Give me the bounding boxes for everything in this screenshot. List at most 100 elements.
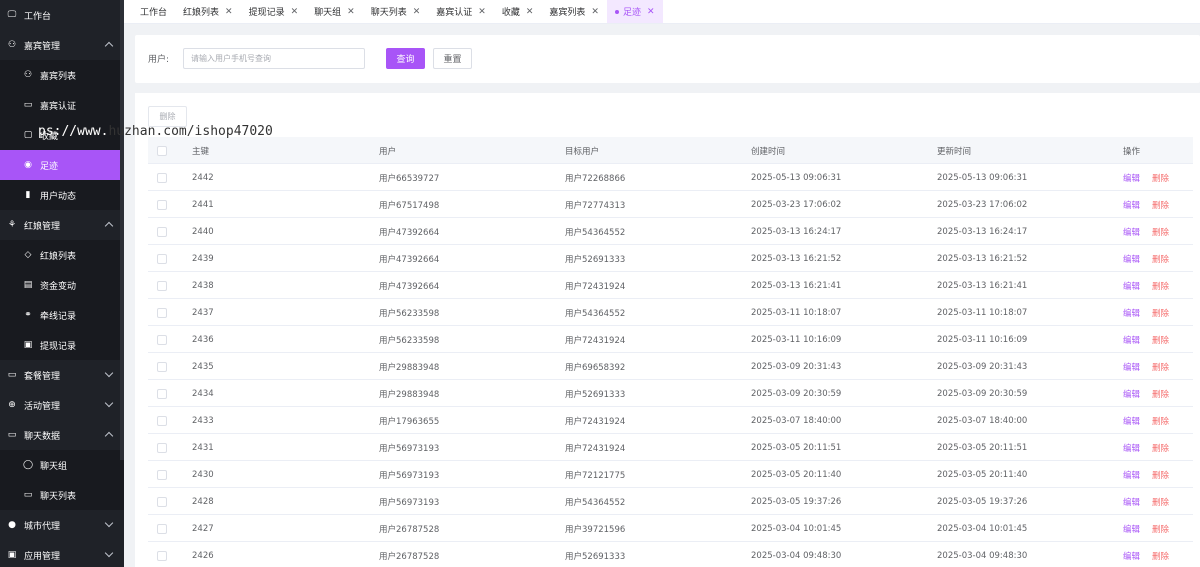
close-icon[interactable]: ✕ bbox=[225, 7, 233, 17]
tab[interactable]: 聊天组 ✕ bbox=[306, 0, 363, 23]
row-checkbox[interactable] bbox=[157, 253, 167, 264]
sidebar-item[interactable]: ⊕ 活动管理 bbox=[0, 390, 124, 420]
delete-link[interactable]: 删除 bbox=[1152, 172, 1169, 184]
sidebar-item[interactable]: ▭ 套餐管理 bbox=[0, 360, 124, 390]
delete-link[interactable]: 删除 bbox=[1152, 496, 1169, 508]
tab[interactable]: 提现记录 ✕ bbox=[241, 0, 307, 23]
row-checkbox-cell[interactable] bbox=[157, 299, 167, 326]
row-checkbox-cell[interactable] bbox=[157, 164, 167, 191]
delete-link[interactable]: 删除 bbox=[1152, 226, 1169, 238]
sidebar-item[interactable]: ⚘ 红娘管理 bbox=[0, 210, 124, 240]
sidebar-item[interactable]: ▤ 资金变动 bbox=[0, 270, 124, 300]
edit-link[interactable]: 编辑 bbox=[1123, 334, 1140, 346]
edit-link[interactable]: 编辑 bbox=[1123, 172, 1140, 184]
row-checkbox[interactable] bbox=[157, 334, 167, 345]
user-phone-search-input[interactable] bbox=[183, 48, 365, 69]
row-checkbox-cell[interactable] bbox=[157, 380, 167, 407]
row-checkbox[interactable] bbox=[157, 496, 167, 507]
edit-link[interactable]: 编辑 bbox=[1123, 523, 1140, 535]
close-icon[interactable]: ✕ bbox=[347, 7, 355, 17]
sidebar-item[interactable]: ▣ 提现记录 bbox=[0, 330, 124, 360]
edit-link[interactable]: 编辑 bbox=[1123, 469, 1140, 481]
edit-link[interactable]: 编辑 bbox=[1123, 199, 1140, 211]
delete-link[interactable]: 删除 bbox=[1152, 280, 1169, 292]
tab[interactable]: 嘉宾认证 ✕ bbox=[428, 0, 494, 23]
close-icon[interactable]: ✕ bbox=[413, 7, 421, 17]
row-checkbox-cell[interactable] bbox=[157, 488, 167, 515]
edit-link[interactable]: 编辑 bbox=[1123, 280, 1140, 292]
row-checkbox-cell[interactable] bbox=[157, 191, 167, 218]
row-checkbox[interactable] bbox=[157, 172, 167, 183]
tab[interactable]: 聊天列表 ✕ bbox=[363, 0, 429, 23]
tab[interactable]: 足迹 ✕ bbox=[606, 0, 663, 23]
row-checkbox-cell[interactable] bbox=[157, 218, 167, 245]
select-all-checkbox-cell[interactable] bbox=[157, 137, 167, 164]
delete-link[interactable]: 删除 bbox=[1152, 334, 1169, 346]
row-checkbox-cell[interactable] bbox=[157, 407, 167, 434]
delete-link[interactable]: 删除 bbox=[1152, 523, 1169, 535]
row-checkbox[interactable] bbox=[157, 442, 167, 453]
sidebar-item[interactable]: ▣ 应用管理 bbox=[0, 540, 124, 567]
delete-link[interactable]: 删除 bbox=[1152, 253, 1169, 265]
sidebar-item[interactable]: ◇ 红娘列表 bbox=[0, 240, 124, 270]
edit-link[interactable]: 编辑 bbox=[1123, 550, 1140, 562]
reset-button[interactable]: 重置 bbox=[433, 48, 472, 69]
edit-link[interactable]: 编辑 bbox=[1123, 361, 1140, 373]
sidebar-item[interactable]: ◯ 聊天组 bbox=[0, 450, 124, 480]
row-checkbox[interactable] bbox=[157, 415, 167, 426]
edit-link[interactable]: 编辑 bbox=[1123, 442, 1140, 454]
row-checkbox-cell[interactable] bbox=[157, 461, 167, 488]
delete-link[interactable]: 删除 bbox=[1152, 550, 1169, 562]
select-all-checkbox[interactable] bbox=[157, 145, 167, 156]
row-checkbox-cell[interactable] bbox=[157, 326, 167, 353]
sidebar-item[interactable]: ◉ 足迹 bbox=[0, 150, 124, 180]
sidebar-item[interactable]: ▢ 收藏 bbox=[0, 120, 124, 150]
close-icon[interactable]: ✕ bbox=[647, 7, 655, 17]
edit-link[interactable]: 编辑 bbox=[1123, 253, 1140, 265]
delete-link[interactable]: 删除 bbox=[1152, 361, 1169, 373]
close-icon[interactable]: ✕ bbox=[478, 7, 486, 17]
row-checkbox[interactable] bbox=[157, 388, 167, 399]
close-icon[interactable]: ✕ bbox=[526, 7, 534, 17]
delete-link[interactable]: 删除 bbox=[1152, 388, 1169, 400]
sidebar-item[interactable]: ⚇ 嘉宾管理 bbox=[0, 30, 124, 60]
sidebar-item[interactable]: ▭ 嘉宾认证 bbox=[0, 90, 124, 120]
tab[interactable]: 红娘列表 ✕ bbox=[175, 0, 241, 23]
delete-link[interactable]: 删除 bbox=[1152, 199, 1169, 211]
sidebar-item[interactable]: ▮ 用户动态 bbox=[0, 180, 124, 210]
close-icon[interactable]: ✕ bbox=[291, 7, 299, 17]
edit-link[interactable]: 编辑 bbox=[1123, 226, 1140, 238]
row-checkbox[interactable] bbox=[157, 199, 167, 210]
row-checkbox[interactable] bbox=[157, 469, 167, 480]
delete-link[interactable]: 删除 bbox=[1152, 307, 1169, 319]
edit-link[interactable]: 编辑 bbox=[1123, 388, 1140, 400]
sidebar-item[interactable]: 🖵 工作台 bbox=[0, 0, 124, 30]
edit-link[interactable]: 编辑 bbox=[1123, 307, 1140, 319]
row-checkbox[interactable] bbox=[157, 361, 167, 372]
delete-link[interactable]: 删除 bbox=[1152, 415, 1169, 427]
row-checkbox-cell[interactable] bbox=[157, 434, 167, 461]
tab[interactable]: 嘉宾列表 ✕ bbox=[541, 0, 607, 23]
row-checkbox-cell[interactable] bbox=[157, 542, 167, 567]
row-checkbox-cell[interactable] bbox=[157, 515, 167, 542]
row-checkbox[interactable] bbox=[157, 280, 167, 291]
sidebar-item[interactable]: ▭ 聊天数据 bbox=[0, 420, 124, 450]
edit-link[interactable]: 编辑 bbox=[1123, 496, 1140, 508]
row-checkbox[interactable] bbox=[157, 550, 167, 561]
sidebar-item[interactable]: ⚇ 嘉宾列表 bbox=[0, 60, 124, 90]
tab[interactable]: 工作台 bbox=[132, 0, 175, 23]
row-checkbox[interactable] bbox=[157, 226, 167, 237]
sidebar-item[interactable]: ▭ 聊天列表 bbox=[0, 480, 124, 510]
edit-link[interactable]: 编辑 bbox=[1123, 415, 1140, 427]
close-icon[interactable]: ✕ bbox=[591, 7, 599, 17]
sidebar-item[interactable]: ● 城市代理 bbox=[0, 510, 124, 540]
batch-delete-button[interactable]: 删除 bbox=[148, 106, 187, 127]
query-button[interactable]: 查询 bbox=[386, 48, 425, 69]
delete-link[interactable]: 删除 bbox=[1152, 442, 1169, 454]
row-checkbox[interactable] bbox=[157, 523, 167, 534]
delete-link[interactable]: 删除 bbox=[1152, 469, 1169, 481]
row-checkbox[interactable] bbox=[157, 307, 167, 318]
row-checkbox-cell[interactable] bbox=[157, 272, 167, 299]
sidebar-scrollbar[interactable] bbox=[120, 0, 124, 460]
tab[interactable]: 收藏 ✕ bbox=[494, 0, 542, 23]
